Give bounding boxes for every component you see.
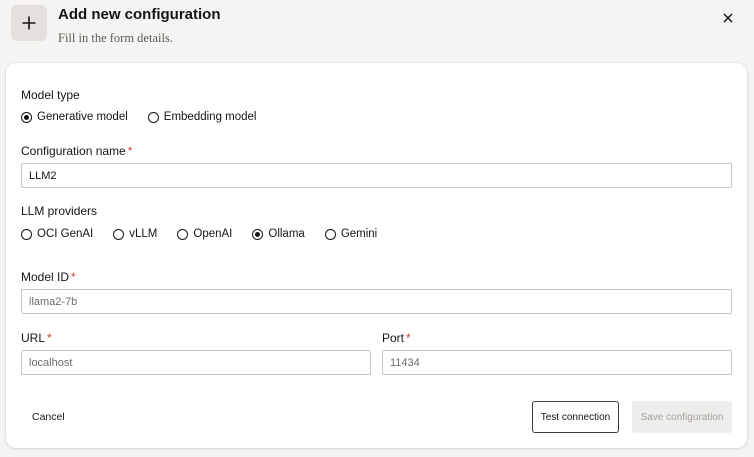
radio-indicator: [177, 228, 189, 240]
radio-vllm[interactable]: vLLM: [113, 228, 157, 240]
close-icon: [723, 13, 733, 23]
port-label-text: Port: [382, 331, 405, 345]
model-id-input[interactable]: [21, 289, 732, 314]
required-mark: *: [127, 144, 133, 158]
model-type-radio-group: Generative model Embedding model: [21, 111, 276, 123]
radio-label: Gemini: [340, 228, 378, 240]
save-configuration-button[interactable]: Save configuration: [632, 401, 732, 433]
plus-icon: [22, 16, 36, 30]
dialog-title: Add new configuration: [58, 6, 221, 23]
dialog-subtitle: Fill in the form details.: [58, 31, 173, 45]
configuration-name-label: Configuration name *: [21, 144, 132, 158]
model-type-label: Model type: [21, 88, 80, 102]
radio-label: OCI GenAI: [37, 228, 94, 240]
radio-oci-genai[interactable]: OCI GenAI: [21, 228, 93, 240]
radio-ollama[interactable]: Ollama: [252, 228, 305, 240]
radio-generative-model[interactable]: Generative model: [21, 111, 128, 123]
required-mark: *: [406, 331, 411, 345]
dialog-header: Add new configuration Fill in the form d…: [0, 0, 754, 62]
radio-indicator-checked: [252, 228, 264, 240]
url-label-text: URL: [21, 331, 46, 345]
url-input[interactable]: [21, 350, 371, 375]
configuration-name-label-text: Configuration name: [21, 144, 126, 158]
radio-indicator: [113, 228, 125, 240]
radio-openai[interactable]: OpenAI: [177, 228, 232, 240]
close-button[interactable]: [718, 8, 738, 28]
url-label: URL *: [21, 331, 52, 345]
radio-embedding-model[interactable]: Embedding model: [147, 111, 257, 123]
radio-label: Ollama: [268, 228, 305, 240]
model-id-label-text: Model ID: [21, 270, 70, 284]
radio-label: vLLM: [129, 228, 158, 240]
radio-indicator-checked: [21, 111, 32, 123]
radio-indicator: [147, 111, 159, 123]
configuration-name-input[interactable]: [21, 163, 732, 188]
port-label: Port *: [382, 331, 411, 345]
radio-label: Generative model: [37, 111, 128, 123]
radio-indicator: [21, 228, 32, 240]
port-input[interactable]: [382, 350, 732, 375]
llm-providers-label: LLM providers: [21, 204, 98, 218]
radio-label: Embedding model: [163, 111, 257, 123]
test-connection-button[interactable]: Test connection: [532, 401, 619, 433]
cancel-button[interactable]: Cancel: [32, 411, 65, 423]
radio-gemini[interactable]: Gemini: [324, 228, 378, 240]
radio-label: OpenAI: [193, 228, 233, 240]
add-icon-tile: [11, 5, 47, 41]
required-mark: *: [71, 270, 76, 284]
llm-providers-radio-group: OCI GenAI vLLM OpenAI Ollama Gemini: [21, 228, 397, 240]
required-mark: *: [47, 331, 52, 345]
model-id-label: Model ID *: [21, 270, 76, 284]
radio-indicator: [324, 228, 336, 240]
form-card: Model type Generative model Embedding mo…: [6, 63, 747, 448]
